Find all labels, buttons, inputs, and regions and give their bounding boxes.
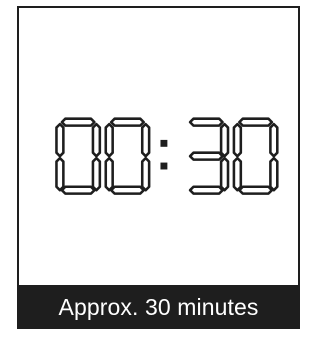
- timer-display-panel: Approx. 30 minutes: [17, 6, 300, 329]
- segment-d: [188, 185, 224, 195]
- segment-a: [188, 117, 224, 127]
- segment-e: [55, 156, 65, 192]
- segment-d: [109, 185, 145, 195]
- duration-caption-bar: Approx. 30 minutes: [17, 285, 300, 329]
- segment-e: [104, 156, 114, 192]
- colon-dot: [160, 162, 168, 170]
- segment-d: [238, 185, 274, 195]
- seven-segment-readout: [55, 117, 279, 195]
- segment-c: [269, 156, 279, 192]
- timer-colon: [160, 139, 168, 170]
- duration-caption: Approx. 30 minutes: [58, 293, 259, 320]
- segment-e: [232, 156, 243, 192]
- timer-digit-4: [232, 117, 279, 195]
- segment-f: [232, 122, 243, 158]
- timer-digit-1: [55, 117, 102, 195]
- segment-f: [55, 122, 65, 158]
- segment-a: [238, 117, 274, 127]
- segment-d: [60, 185, 96, 195]
- segment-c: [219, 156, 230, 192]
- segment-b: [91, 122, 102, 158]
- segment-b: [140, 122, 151, 158]
- segment-b: [219, 122, 230, 158]
- timer-digit-3: [188, 117, 230, 195]
- segment-b: [269, 122, 279, 158]
- segment-a: [60, 117, 96, 127]
- segment-c: [140, 156, 151, 192]
- segment-a: [109, 117, 145, 127]
- timer-digit-2: [104, 117, 151, 195]
- segment-g: [188, 151, 224, 161]
- segment-f: [104, 122, 114, 158]
- segment-c: [91, 156, 102, 192]
- colon-dot: [160, 139, 168, 147]
